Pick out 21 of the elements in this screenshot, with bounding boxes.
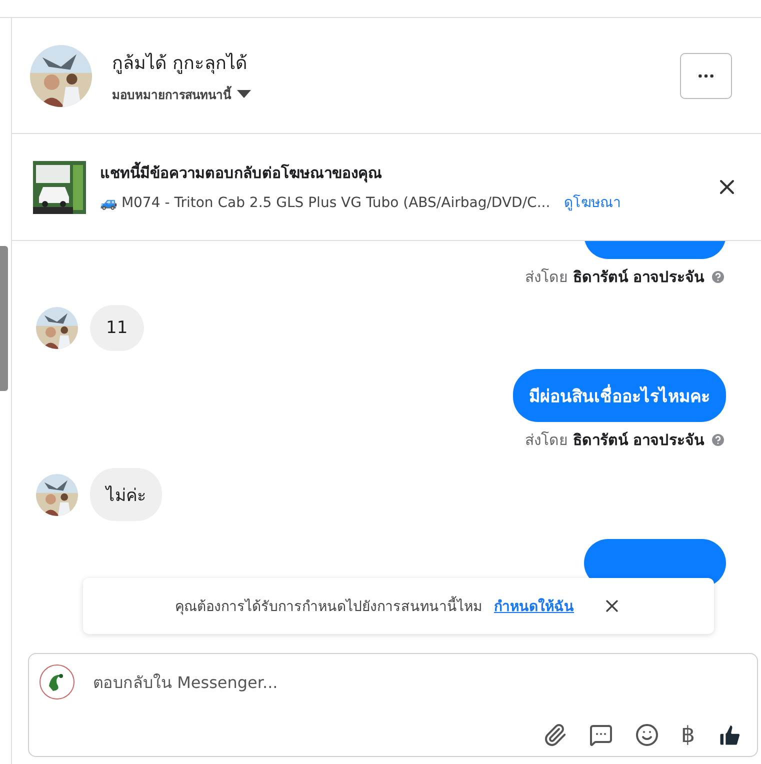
- ad-product: 🚙 M074 - Triton Cab 2.5 GLS Plus VG Tubo (ABS/Airbag/DVD/C...: [100, 194, 550, 210]
- view-ad-link[interactable]: ดูโฆษณา: [564, 191, 622, 213]
- sent-by-text: ส่งโดย ธิดารัตน์ อาจประจัน: [524, 267, 704, 288]
- emoji-icon[interactable]: [635, 723, 659, 747]
- message-bubble: มีผ่อนสินเชื่ออะไรไหมคะ: [513, 369, 726, 422]
- assign-dropdown[interactable]: มอบหมายการสนทนานี้: [112, 84, 231, 104]
- scrollbar-thumb[interactable]: [0, 246, 8, 391]
- message-bubble: 11: [90, 305, 144, 351]
- logo-icon: [39, 664, 75, 700]
- caret-icon[interactable]: [237, 90, 251, 98]
- sent-by-text: ส่งโดย ธิดารัตน์ อาจประจัน: [524, 430, 704, 451]
- ad-reply-title: แชทนี้มีข้อความตอบกลับต่อโฆษณาของคุณ: [100, 161, 701, 185]
- message-bubble: ไม่ค่ะ: [90, 468, 162, 521]
- help-icon[interactable]: [710, 432, 726, 448]
- notice-text: คุณต้องการได้รับการกำหนดไปยังการสนทนานี้ไหม: [175, 595, 482, 617]
- chat-bubble-icon[interactable]: [589, 723, 613, 747]
- baht-button[interactable]: ฿: [681, 722, 695, 748]
- help-icon[interactable]: [710, 269, 726, 285]
- assign-me-link[interactable]: กำหนดให้ฉัน: [494, 595, 574, 617]
- paperclip-icon[interactable]: [543, 723, 567, 747]
- contact-name: กูล้มได้ กูกะลุกได้: [112, 52, 249, 76]
